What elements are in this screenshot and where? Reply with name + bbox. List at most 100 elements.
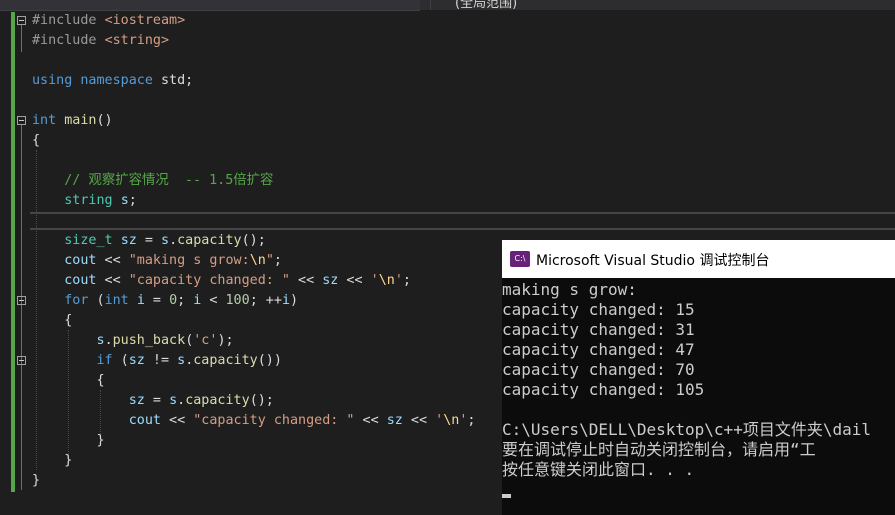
code-text: () [96,113,113,128]
identifier-token: sz [386,413,403,428]
code-text: ; [273,253,282,268]
identifier-token: i [281,293,290,308]
editor-top-bar: (全局范围) [0,0,895,11]
code-line[interactable]: int main() [32,111,475,131]
code-line[interactable]: { [32,371,475,391]
code-line[interactable]: sz = s.capacity(); [32,391,475,411]
keyword-token: int [32,113,57,128]
console-title: Microsoft Visual Studio 调试控制台 [536,253,770,269]
keyword-token: int [104,293,129,308]
identifier-token: sz [120,233,137,248]
identifier-token: sz [322,273,339,288]
code-line[interactable]: { [32,311,475,331]
code-line[interactable] [32,211,475,231]
identifier-token: s [161,233,170,248]
string-token: "capacity changed: " [193,413,355,428]
code-line[interactable]: } [32,431,475,451]
code-text: ( [88,293,105,308]
code-line[interactable]: cout << "capacity changed: " << sz << '\… [32,271,475,291]
code-text: = [144,393,170,408]
code-line[interactable]: using namespace std; [32,71,475,91]
code-line[interactable]: string s; [32,191,475,211]
code-line[interactable]: cout << "capacity changed: " << sz << '\… [32,411,476,431]
console-title-bar[interactable]: C:\ Microsoft Visual Studio 调试控制台 [502,240,895,278]
type-token: size_t [64,233,113,248]
code-line[interactable]: size_t sz = s.capacity(); [32,231,475,251]
string-token: " [265,253,274,268]
preprocessor-token: #include [32,33,105,48]
code-text: << [354,413,387,428]
code-text: << [96,253,129,268]
keyword-token: using [32,73,73,88]
code-line[interactable]: } [32,471,475,491]
code-text: ; [402,273,411,288]
code-text: << [402,413,436,428]
string-token: "making s grow: [128,253,250,268]
code-text: ; ++ [249,293,282,308]
fold-include-icon[interactable] [17,16,26,25]
identifier-token: cout [64,253,97,268]
identifier-token: sz [128,393,145,408]
identifier-token: i [136,293,145,308]
code-text: (); [241,233,266,248]
function-token: push_back [112,333,186,348]
fold-if-icon[interactable] [17,356,26,365]
function-token: main [64,113,97,128]
change-tracking-bar [11,12,15,492]
fold-main-icon[interactable] [17,116,26,125]
debug-console-window[interactable]: C:\ Microsoft Visual Studio 调试控制台 making… [502,240,895,515]
keyword-token: for [64,293,89,308]
code-line[interactable] [32,51,475,71]
code-text: << [290,273,323,288]
code-line[interactable]: { [32,131,475,151]
code-editor[interactable]: #include <iostream> #include <string> usin… [32,11,475,491]
string-token: ' [394,273,403,288]
function-token: capacity [193,353,258,368]
code-text: { [32,373,105,388]
code-text: = [144,293,170,308]
code-text: ) [290,293,299,308]
identifier-token: cout [64,273,97,288]
include-path-token: <string> [104,33,170,48]
type-token: string [64,193,113,208]
console-output: making s grow: capacity changed: 15 capaci… [502,278,895,503]
code-line[interactable]: // 观察扩容情况 -- 1.5倍扩容 [32,171,475,191]
code-text: ; [467,413,476,428]
code-line[interactable]: if (sz != s.capacity()) [32,351,475,371]
fold-include-line [21,25,22,52]
code-line[interactable]: } [32,451,475,471]
console-cursor [502,494,511,498]
code-line[interactable] [32,151,475,171]
code-text: . [169,233,178,248]
identifier-token: s [177,353,186,368]
console-output-line: capacity changed: 15 [502,300,695,319]
escape-token: \n [249,253,266,268]
code-line[interactable]: #include <string> [32,31,475,51]
code-text: } [32,453,73,468]
keyword-token: namespace [80,73,153,88]
code-line[interactable]: cout << "making s grow:\n"; [32,251,475,271]
code-text: << [161,413,194,428]
code-line[interactable]: s.push_back('c'); [32,331,475,351]
console-output-line: making s grow: [502,280,637,299]
code-line[interactable]: #include <iostream> [32,11,475,31]
code-line[interactable] [32,91,475,111]
code-text: << [96,273,129,288]
code-text: ; [128,193,137,208]
fold-for-icon[interactable] [17,296,26,305]
console-output-line: 要在调试停止时自动关闭控制台，请启用“工 [502,440,816,459]
code-line[interactable]: for (int i = 0; i < 100; ++i) [32,291,475,311]
code-text: < [201,293,226,308]
escape-token: \n [378,273,395,288]
member-dropdown[interactable] [0,0,420,11]
string-token: ' [370,273,379,288]
